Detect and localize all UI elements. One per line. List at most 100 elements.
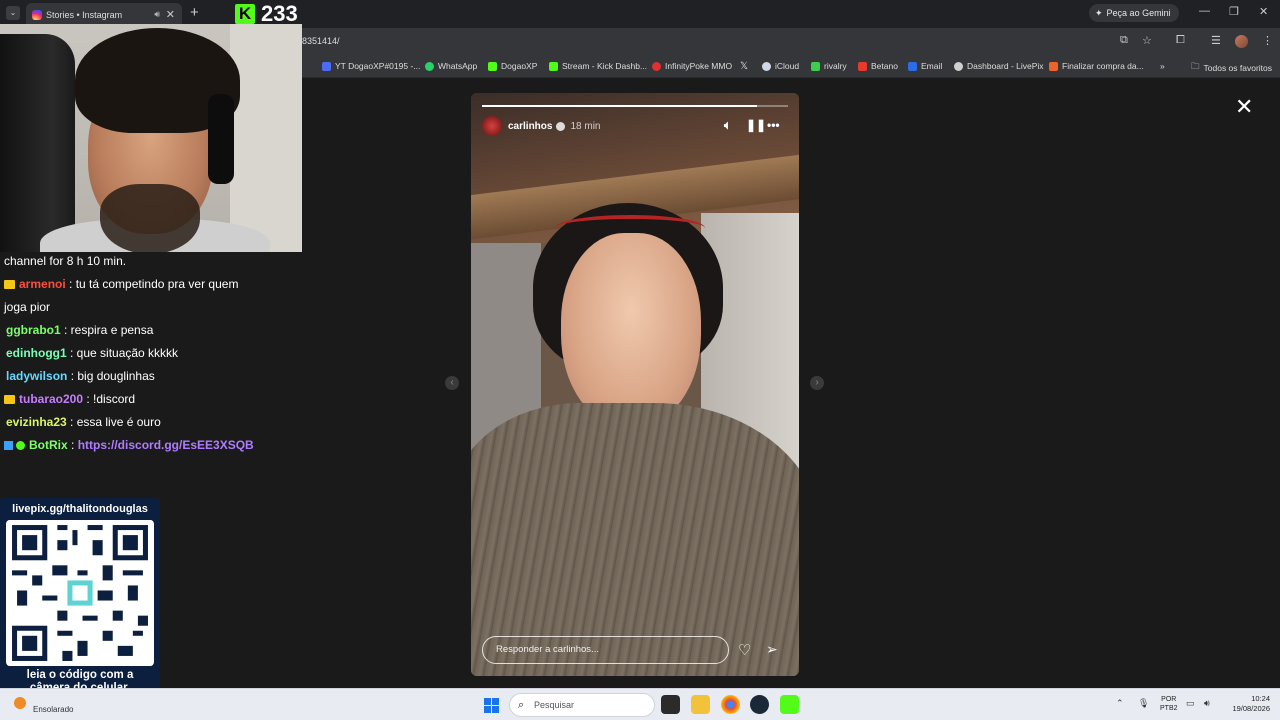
webcam-beard (100, 184, 200, 252)
chrome-icon[interactable] (721, 695, 740, 714)
audio-icon[interactable]: 🔊︎ (154, 9, 160, 20)
chat-message: evizinha23 : essa live é ouro (0, 411, 302, 434)
chat-username: ladywilson (6, 369, 68, 383)
tab-close-icon[interactable]: ✕ (166, 8, 175, 21)
kick-viewer-counter: K 233 (235, 1, 298, 26)
verified-badge-icon (556, 121, 566, 131)
profile-avatar[interactable] (1235, 35, 1248, 48)
minimize-icon[interactable]: — (1199, 5, 1210, 17)
webcam-gaming-chair (0, 34, 75, 252)
crown-icon (4, 280, 15, 289)
folder-icon: 🗀 (1191, 61, 1200, 71)
pause-icon[interactable]: ❚❚ (746, 118, 766, 132)
taskbar-search[interactable]: ⌕ Pesquisar (509, 693, 655, 717)
crown-icon (4, 395, 15, 404)
next-story-arrow-icon[interactable]: › (810, 376, 824, 390)
more-bookmarks-icon[interactable]: » (1160, 61, 1165, 71)
chat-username: evizinha23 (6, 415, 67, 429)
bookmark-item[interactable]: Dashboard - LivePix (954, 61, 1044, 71)
bookmark-label: DogaoXP (501, 61, 538, 71)
maximize-icon[interactable]: ❐ (1229, 5, 1239, 18)
file-explorer-icon[interactable] (691, 695, 710, 714)
bookmark-item[interactable]: YT DogaoXP#0195 -... (322, 61, 420, 71)
bookmark-label: iCloud (775, 61, 800, 71)
bookmark-item[interactable]: Email (908, 61, 942, 71)
story-user-avatar[interactable] (482, 116, 502, 136)
chat-message: edinhogg1 : que situação kkkkk (0, 342, 302, 365)
bookmark-item[interactable]: WhatsApp (425, 61, 477, 71)
chat-message-continuation: joga pior (4, 300, 51, 314)
webcam-headset (208, 94, 234, 184)
bookmark-item[interactable]: rivalry (811, 61, 847, 71)
bookmark-item[interactable]: InfinityPoke MMO (652, 61, 732, 71)
ask-gemini-button[interactable]: ✦ Peça ao Gemini (1089, 4, 1179, 22)
bookmark-item[interactable]: DogaoXP (488, 61, 537, 71)
bookmark-item[interactable]: Betano (858, 61, 898, 71)
system-clock[interactable]: 10:24 19/08/2026 (1226, 694, 1270, 714)
tab-search-button[interactable]: ⌄ (6, 6, 20, 20)
microphone-icon[interactable]: 🎙︎ (1138, 698, 1149, 709)
story-viewer[interactable]: carlinhos 18 min 🔈︎ ❚❚ ••• Responder a c… (471, 93, 799, 676)
chat-text: : big douglinhas (67, 369, 155, 383)
weather-text[interactable]: Ensolarado (33, 705, 73, 714)
story-username[interactable]: carlinhos (508, 121, 552, 132)
bookmark-item[interactable]: Finalizar compra da... (1049, 61, 1144, 71)
menu-dots-icon[interactable]: ⋮ (1262, 34, 1273, 47)
reading-list-icon[interactable]: ☰ (1211, 34, 1221, 47)
bookmark-label: Finalizar compra da... (1062, 61, 1144, 71)
bookmark-label: Betano (871, 61, 898, 71)
kick-icon (549, 61, 558, 71)
tab-instagram-stories[interactable]: Stories • Instagram 🔊︎ ✕ (26, 3, 182, 26)
bot-badge-icon (4, 441, 13, 450)
qr-code-image (6, 520, 154, 666)
send-icon[interactable]: ➢ (766, 641, 778, 658)
start-button-icon[interactable] (484, 698, 499, 713)
bookmark-label: Stream - Kick Dashb... (562, 61, 648, 71)
chat-message: armenoi : tu tá competindo pra ver quem (0, 273, 302, 296)
instagram-icon (32, 9, 42, 20)
chat-message-partial: channel for 8 h 10 min. (4, 254, 127, 268)
heart-icon[interactable]: ♡ (738, 641, 751, 659)
chat-text: : que situação kkkkk (66, 346, 179, 360)
steam-icon[interactable] (750, 695, 769, 714)
input-language[interactable]: POR PTB2 (1160, 695, 1178, 713)
url-text[interactable]: 8351414/ (302, 36, 340, 46)
discord-link[interactable]: https://discord.gg/EsEE3XSQB (78, 438, 254, 452)
tab-title: Stories • Instagram (46, 9, 123, 20)
weather-sun-icon[interactable] (14, 697, 26, 709)
search-icon: ⌕ (518, 699, 525, 711)
volume-icon[interactable]: 🔈︎ (724, 118, 731, 133)
all-favorites-folder[interactable]: 🗀 Todos os favoritos (1191, 61, 1272, 75)
story-progress-bar (482, 105, 788, 107)
instagram-stories-page: carlinhos 18 min 🔈︎ ❚❚ ••• Responder a c… (0, 24, 1280, 702)
bookmark-item[interactable]: Stream - Kick Dashb... (549, 61, 647, 71)
bookmark-item[interactable]: 𝕏 (740, 61, 748, 72)
network-icon[interactable]: ▭ (1186, 698, 1195, 709)
chat-text: : (67, 438, 78, 452)
volume-tray-icon[interactable]: 🔊︎ (1204, 698, 1210, 709)
extensions-icon[interactable]: ⧠ (1176, 34, 1185, 47)
pokeball-icon (652, 61, 661, 71)
story-progress-fill (482, 105, 758, 107)
window-close-icon[interactable]: ✕ (1259, 5, 1268, 18)
install-app-icon[interactable]: ⧉ (1120, 34, 1128, 47)
story-reply-input[interactable]: Responder a carlinhos... (482, 636, 729, 664)
bookmark-item[interactable]: iCloud (762, 61, 799, 71)
clock-date: 19/08/2026 (1232, 704, 1270, 713)
more-options-icon[interactable]: ••• (767, 118, 780, 132)
story-image-face (561, 233, 701, 428)
bookmark-label: YT DogaoXP#0195 -... (335, 61, 421, 71)
new-tab-button[interactable]: + (190, 4, 199, 21)
whatsapp-icon (425, 61, 434, 71)
stream-chat-overlay: channel for 8 h 10 min. armenoi : tu tá … (0, 250, 302, 457)
bookmark-icon (322, 61, 331, 71)
chat-text: : !discord (83, 392, 136, 406)
previous-story-arrow-icon[interactable]: ‹ (445, 376, 459, 390)
close-story-icon[interactable]: ✕ (1235, 94, 1253, 120)
all-favorites-label: Todos os favoritos (1203, 63, 1273, 73)
tray-chevron-icon[interactable]: ⌃ (1116, 698, 1124, 709)
kick-app-icon[interactable] (780, 695, 799, 714)
task-view-icon[interactable] (661, 695, 680, 714)
bookmark-star-icon[interactable]: ☆ (1142, 34, 1152, 47)
kick-icon (488, 61, 497, 71)
